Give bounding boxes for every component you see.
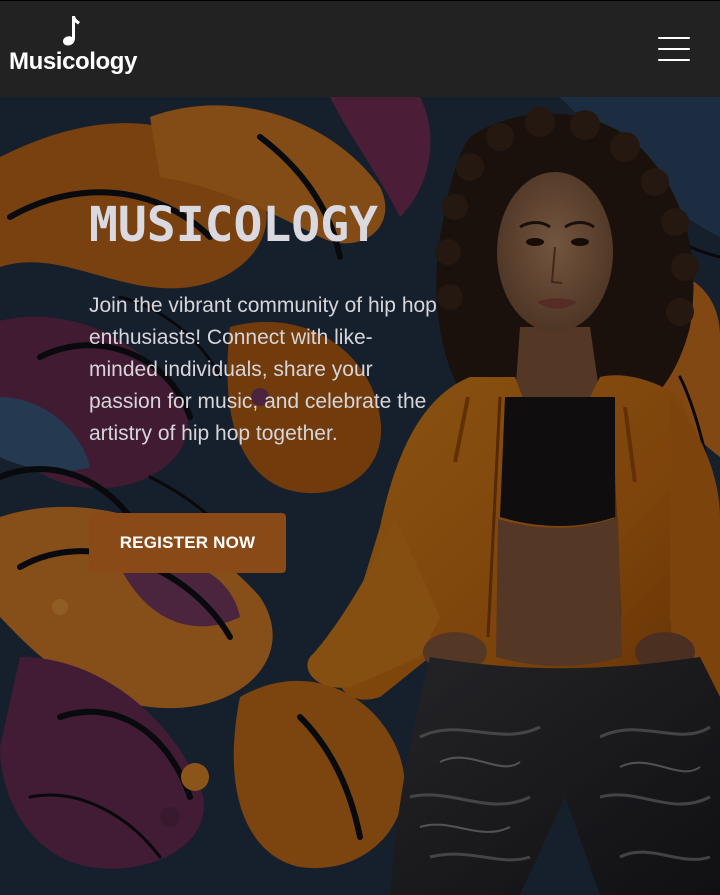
hero-section: MUSICOLOGY Join the vibrant community of… xyxy=(0,97,720,895)
navbar: Musicology xyxy=(0,0,720,97)
hero-title: MUSICOLOGY xyxy=(89,197,378,253)
brand-name: Musicology xyxy=(9,48,138,75)
music-note-icon xyxy=(63,16,80,46)
hero-description: Join the vibrant community of hip hop en… xyxy=(89,294,437,445)
brand-link[interactable]: Musicology xyxy=(9,15,138,75)
register-now-button[interactable]: REGISTER NOW xyxy=(89,513,286,573)
page: Musicology MUSICOLOGY Join the vibrant c… xyxy=(0,0,720,895)
menu-bar xyxy=(658,59,690,61)
menu-bar xyxy=(658,37,690,39)
menu-bar xyxy=(658,48,690,50)
hamburger-menu-icon[interactable] xyxy=(658,37,690,63)
